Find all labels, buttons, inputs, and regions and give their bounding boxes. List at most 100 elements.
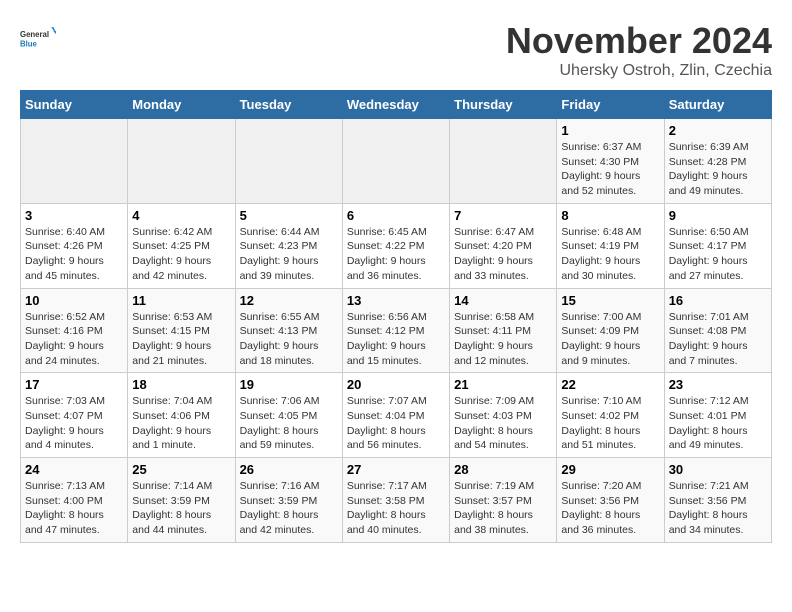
header-friday: Friday <box>557 91 664 119</box>
calendar-cell: 18 Sunrise: 7:04 AMSunset: 4:06 PMDayligh… <box>128 373 235 458</box>
day-info: Sunrise: 6:37 AMSunset: 4:30 PMDaylight:… <box>561 140 659 199</box>
title-section: November 2024 Uhersky Ostroh, Zlin, Czec… <box>506 20 772 80</box>
day-number: 17 <box>25 377 123 392</box>
day-number: 5 <box>240 208 338 223</box>
header-wednesday: Wednesday <box>342 91 449 119</box>
day-info: Sunrise: 6:50 AMSunset: 4:17 PMDaylight:… <box>669 225 767 284</box>
day-info: Sunrise: 7:09 AMSunset: 4:03 PMDaylight:… <box>454 394 552 453</box>
calendar-cell: 21 Sunrise: 7:09 AMSunset: 4:03 PMDayligh… <box>450 373 557 458</box>
day-number: 22 <box>561 377 659 392</box>
calendar-week-row: 3 Sunrise: 6:40 AMSunset: 4:26 PMDaylight… <box>21 203 772 288</box>
calendar-cell: 9 Sunrise: 6:50 AMSunset: 4:17 PMDaylight… <box>664 203 771 288</box>
day-number: 29 <box>561 462 659 477</box>
day-number: 23 <box>669 377 767 392</box>
logo: General Blue <box>20 20 56 56</box>
day-info: Sunrise: 7:19 AMSunset: 3:57 PMDaylight:… <box>454 479 552 538</box>
calendar-table: SundayMondayTuesdayWednesdayThursdayFrid… <box>20 90 772 543</box>
day-info: Sunrise: 6:42 AMSunset: 4:25 PMDaylight:… <box>132 225 230 284</box>
day-info: Sunrise: 6:56 AMSunset: 4:12 PMDaylight:… <box>347 310 445 369</box>
calendar-week-row: 24 Sunrise: 7:13 AMSunset: 4:00 PMDayligh… <box>21 458 772 543</box>
day-info: Sunrise: 7:13 AMSunset: 4:00 PMDaylight:… <box>25 479 123 538</box>
calendar-week-row: 17 Sunrise: 7:03 AMSunset: 4:07 PMDayligh… <box>21 373 772 458</box>
day-number: 9 <box>669 208 767 223</box>
calendar-cell: 24 Sunrise: 7:13 AMSunset: 4:00 PMDayligh… <box>21 458 128 543</box>
day-number: 11 <box>132 293 230 308</box>
calendar-cell: 3 Sunrise: 6:40 AMSunset: 4:26 PMDaylight… <box>21 203 128 288</box>
day-number: 14 <box>454 293 552 308</box>
day-info: Sunrise: 7:07 AMSunset: 4:04 PMDaylight:… <box>347 394 445 453</box>
month-title: November 2024 <box>506 20 772 62</box>
day-number: 13 <box>347 293 445 308</box>
calendar-cell: 22 Sunrise: 7:10 AMSunset: 4:02 PMDayligh… <box>557 373 664 458</box>
day-info: Sunrise: 6:40 AMSunset: 4:26 PMDaylight:… <box>25 225 123 284</box>
calendar-cell: 1Sunrise: 6:37 AMSunset: 4:30 PMDaylight… <box>557 119 664 204</box>
calendar-cell: 15 Sunrise: 7:00 AMSunset: 4:09 PMDayligh… <box>557 288 664 373</box>
day-info: Sunrise: 7:16 AMSunset: 3:59 PMDaylight:… <box>240 479 338 538</box>
day-number: 27 <box>347 462 445 477</box>
day-number: 15 <box>561 293 659 308</box>
header-sunday: Sunday <box>21 91 128 119</box>
calendar-cell: 20 Sunrise: 7:07 AMSunset: 4:04 PMDayligh… <box>342 373 449 458</box>
day-number: 25 <box>132 462 230 477</box>
header-thursday: Thursday <box>450 91 557 119</box>
day-info: Sunrise: 7:20 AMSunset: 3:56 PMDaylight:… <box>561 479 659 538</box>
day-info: Sunrise: 6:58 AMSunset: 4:11 PMDaylight:… <box>454 310 552 369</box>
calendar-cell: 16Sunrise: 7:01 AMSunset: 4:08 PMDayligh… <box>664 288 771 373</box>
calendar-cell <box>450 119 557 204</box>
day-number: 28 <box>454 462 552 477</box>
day-number: 18 <box>132 377 230 392</box>
day-info: Sunrise: 7:12 AMSunset: 4:01 PMDaylight:… <box>669 394 767 453</box>
header-saturday: Saturday <box>664 91 771 119</box>
calendar-cell <box>342 119 449 204</box>
calendar-cell: 4 Sunrise: 6:42 AMSunset: 4:25 PMDaylight… <box>128 203 235 288</box>
calendar-cell: 13 Sunrise: 6:56 AMSunset: 4:12 PMDayligh… <box>342 288 449 373</box>
calendar-cell: 23 Sunrise: 7:12 AMSunset: 4:01 PMDayligh… <box>664 373 771 458</box>
calendar-cell: 10Sunrise: 6:52 AMSunset: 4:16 PMDayligh… <box>21 288 128 373</box>
day-info: Sunrise: 7:14 AMSunset: 3:59 PMDaylight:… <box>132 479 230 538</box>
calendar-cell <box>21 119 128 204</box>
logo-svg: General Blue <box>20 20 56 56</box>
day-number: 3 <box>25 208 123 223</box>
header-monday: Monday <box>128 91 235 119</box>
header-tuesday: Tuesday <box>235 91 342 119</box>
day-info: Sunrise: 7:03 AMSunset: 4:07 PMDaylight:… <box>25 394 123 453</box>
calendar-cell: 12Sunrise: 6:55 AMSunset: 4:13 PMDayligh… <box>235 288 342 373</box>
calendar-cell: 29 Sunrise: 7:20 AMSunset: 3:56 PMDayligh… <box>557 458 664 543</box>
day-number: 2 <box>669 123 767 138</box>
day-info: Sunrise: 6:47 AMSunset: 4:20 PMDaylight:… <box>454 225 552 284</box>
day-number: 20 <box>347 377 445 392</box>
calendar-cell: 14 Sunrise: 6:58 AMSunset: 4:11 PMDayligh… <box>450 288 557 373</box>
day-number: 7 <box>454 208 552 223</box>
day-info: Sunrise: 6:44 AMSunset: 4:23 PMDaylight:… <box>240 225 338 284</box>
svg-text:Blue: Blue <box>20 39 38 48</box>
day-info: Sunrise: 6:52 AMSunset: 4:16 PMDaylight:… <box>25 310 123 369</box>
location-title: Uhersky Ostroh, Zlin, Czechia <box>506 62 772 80</box>
day-info: Sunrise: 7:00 AMSunset: 4:09 PMDaylight:… <box>561 310 659 369</box>
day-number: 30 <box>669 462 767 477</box>
day-info: Sunrise: 6:45 AMSunset: 4:22 PMDaylight:… <box>347 225 445 284</box>
day-number: 19 <box>240 377 338 392</box>
day-info: Sunrise: 7:04 AMSunset: 4:06 PMDaylight:… <box>132 394 230 453</box>
day-number: 24 <box>25 462 123 477</box>
calendar-cell: 7 Sunrise: 6:47 AMSunset: 4:20 PMDaylight… <box>450 203 557 288</box>
calendar-cell: 11 Sunrise: 6:53 AMSunset: 4:15 PMDayligh… <box>128 288 235 373</box>
day-number: 12 <box>240 293 338 308</box>
calendar-week-row: 1Sunrise: 6:37 AMSunset: 4:30 PMDaylight… <box>21 119 772 204</box>
day-info: Sunrise: 6:53 AMSunset: 4:15 PMDaylight:… <box>132 310 230 369</box>
page-header: General Blue November 2024 Uhersky Ostro… <box>20 20 772 80</box>
calendar-cell: 26Sunrise: 7:16 AMSunset: 3:59 PMDayligh… <box>235 458 342 543</box>
calendar-cell: 19Sunrise: 7:06 AMSunset: 4:05 PMDayligh… <box>235 373 342 458</box>
day-info: Sunrise: 7:17 AMSunset: 3:58 PMDaylight:… <box>347 479 445 538</box>
calendar-cell: 25 Sunrise: 7:14 AMSunset: 3:59 PMDayligh… <box>128 458 235 543</box>
calendar-cell: 30 Sunrise: 7:21 AMSunset: 3:56 PMDayligh… <box>664 458 771 543</box>
day-number: 21 <box>454 377 552 392</box>
calendar-cell: 28 Sunrise: 7:19 AMSunset: 3:57 PMDayligh… <box>450 458 557 543</box>
day-info: Sunrise: 6:48 AMSunset: 4:19 PMDaylight:… <box>561 225 659 284</box>
day-number: 4 <box>132 208 230 223</box>
calendar-cell <box>128 119 235 204</box>
calendar-cell: 8Sunrise: 6:48 AMSunset: 4:19 PMDaylight… <box>557 203 664 288</box>
day-info: Sunrise: 7:10 AMSunset: 4:02 PMDaylight:… <box>561 394 659 453</box>
day-info: Sunrise: 7:21 AMSunset: 3:56 PMDaylight:… <box>669 479 767 538</box>
calendar-header-row: SundayMondayTuesdayWednesdayThursdayFrid… <box>21 91 772 119</box>
day-info: Sunrise: 6:39 AMSunset: 4:28 PMDaylight:… <box>669 140 767 199</box>
